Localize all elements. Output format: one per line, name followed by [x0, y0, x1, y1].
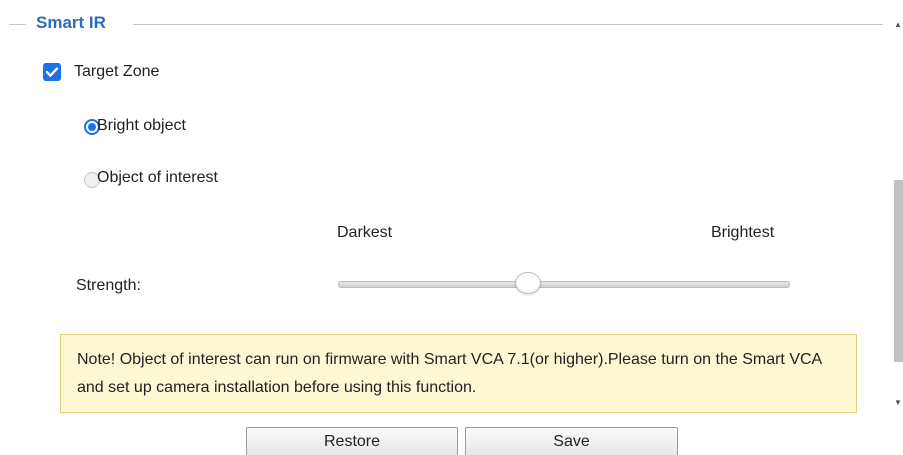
fieldset-border-left	[9, 24, 26, 25]
chevron-up-icon[interactable]: ▲	[893, 20, 903, 30]
strength-slider-thumb[interactable]	[515, 272, 541, 294]
smart-ir-settings-panel: Smart IR Target Zone Bright object Objec…	[0, 0, 903, 455]
object-of-interest-label[interactable]: Object of interest	[97, 167, 218, 189]
bright-object-label[interactable]: Bright object	[97, 115, 186, 137]
chevron-down-icon[interactable]: ▼	[893, 398, 903, 408]
strength-label: Strength:	[76, 277, 141, 294]
checkmark-icon	[45, 67, 59, 77]
scrollbar-thumb[interactable]	[894, 180, 903, 362]
slider-max-label: Brightest	[711, 224, 775, 241]
fieldset-border-right	[133, 24, 883, 25]
target-zone-checkbox[interactable]	[43, 63, 61, 81]
slider-min-label: Darkest	[337, 224, 393, 241]
strength-slider-track[interactable]	[338, 272, 790, 294]
vertical-scrollbar[interactable]: ▲ ▼	[893, 0, 903, 455]
firmware-note: Note! Object of interest can run on firm…	[60, 334, 857, 413]
section-title: Smart IR	[36, 13, 106, 32]
target-zone-label[interactable]: Target Zone	[74, 61, 159, 83]
restore-button[interactable]: Restore	[246, 427, 458, 455]
save-button[interactable]: Save	[465, 427, 678, 455]
